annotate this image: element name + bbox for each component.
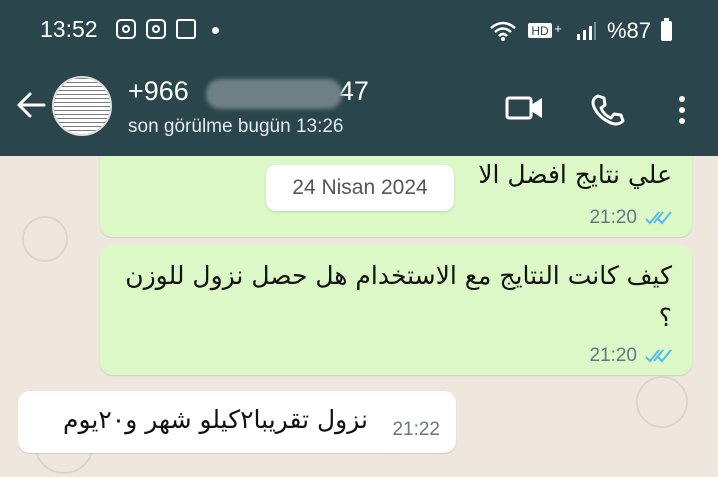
- message-text: علي نتايج افضل الا: [478, 160, 672, 189]
- message-time: 21:20: [589, 207, 637, 228]
- message-meta: 21:20: [589, 345, 672, 367]
- wallpaper-doodle: [636, 376, 688, 428]
- message-meta: 21:20: [589, 207, 672, 229]
- signal-icon: [576, 22, 596, 40]
- instagram-icon: [146, 19, 166, 39]
- message-text: نزول تقريبا٢كيلو شهر و٢٠يوم: [63, 405, 368, 434]
- instagram-icon: [116, 19, 136, 39]
- redacted-number-blur: [206, 79, 342, 109]
- message-meta: 21:22: [392, 419, 440, 441]
- battery-icon: [661, 18, 672, 41]
- status-icons-left: [116, 19, 219, 39]
- image-icon: [176, 19, 196, 39]
- status-bar: 13:52 HD + %87: [0, 0, 718, 64]
- svg-text:HD: HD: [531, 24, 549, 38]
- wallpaper-doodle: [22, 216, 68, 262]
- message-time: 21:20: [589, 345, 637, 366]
- voice-call-icon[interactable]: [589, 92, 625, 128]
- notification-dot-icon: [212, 27, 219, 34]
- read-ticks-icon: [645, 349, 672, 363]
- message-bubble-incoming[interactable]: نزول تقريبا٢كيلو شهر و٢٠يوم 21:22: [18, 391, 456, 453]
- read-ticks-icon: [645, 211, 672, 225]
- avatar[interactable]: [52, 76, 112, 136]
- status-time: 13:52: [40, 16, 98, 42]
- last-seen-status: son görülme bugün 13:26: [128, 116, 344, 137]
- svg-text:+: +: [554, 21, 562, 36]
- more-vert-icon[interactable]: [672, 92, 692, 128]
- status-icons-right: HD + %87: [489, 18, 672, 44]
- chat-header: +966 47 son görülme bugün 13:26: [0, 64, 718, 156]
- wifi-icon: [490, 21, 516, 41]
- video-call-icon[interactable]: [505, 94, 545, 122]
- chat-area[interactable]: علي نتايج افضل الا 21:20 24 Nisan 2024 ك…: [0, 156, 718, 477]
- battery-percentage: %87: [606, 18, 651, 43]
- message-text: كيف كانت النتايج مع الاستخدام هل حصل نزو…: [125, 261, 672, 332]
- date-separator: 24 Nisan 2024: [266, 165, 454, 211]
- message-bubble-outgoing[interactable]: كيف كانت النتايج مع الاستخدام هل حصل نزو…: [100, 245, 692, 375]
- back-icon[interactable]: [14, 88, 48, 122]
- message-time: 21:22: [392, 419, 440, 440]
- hd-plus-icon: HD +: [527, 21, 562, 38]
